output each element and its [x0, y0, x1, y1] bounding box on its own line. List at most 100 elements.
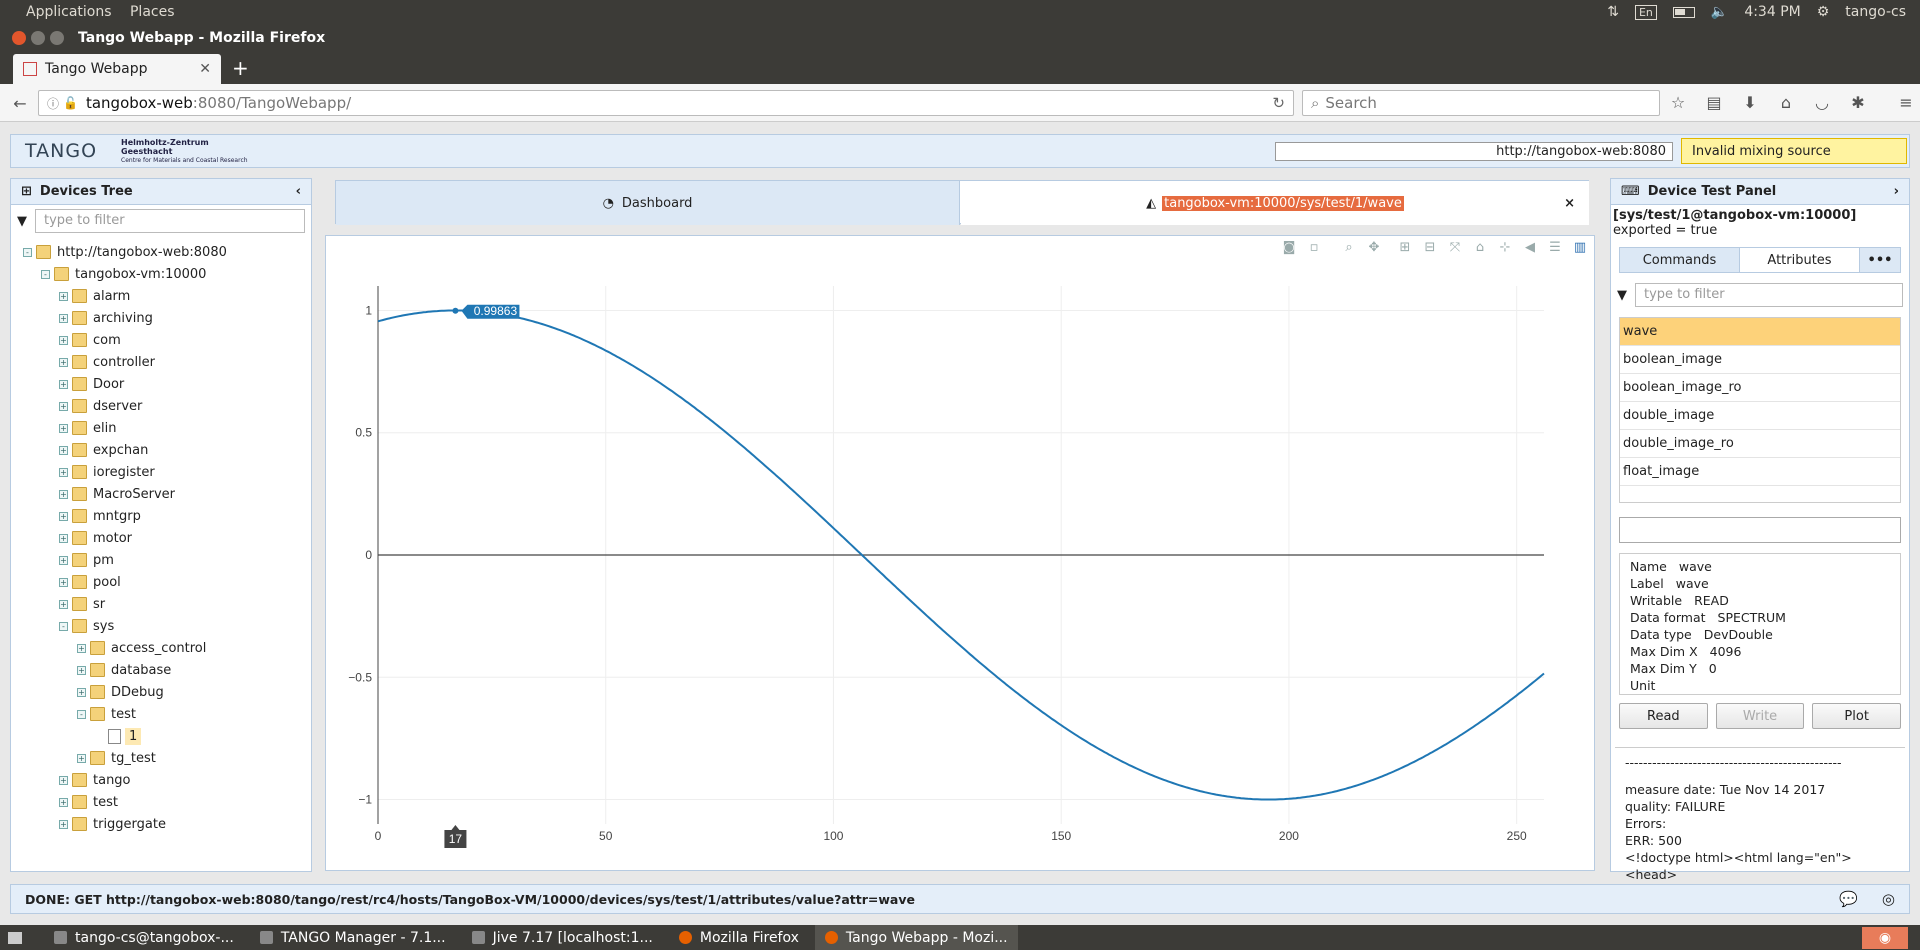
collapse-icon[interactable]: - — [23, 247, 32, 257]
task-tango-manager[interactable]: TANGO Manager - 7.1... — [250, 925, 456, 950]
tree-domain-pool[interactable]: + pool — [11, 571, 311, 593]
tab-more[interactable]: ••• — [1860, 248, 1900, 272]
home-icon[interactable]: ⌂ — [1776, 92, 1796, 112]
reading-list-icon[interactable]: ▤ — [1704, 92, 1724, 112]
expand-icon[interactable]: + — [59, 797, 68, 807]
tab-attributes[interactable]: Attributes — [1739, 248, 1860, 272]
tree-domain-ioregister[interactable]: + ioregister — [11, 461, 311, 483]
network-icon[interactable]: ⇅ — [1607, 4, 1619, 20]
expand-icon[interactable]: + — [77, 687, 86, 697]
url-bar[interactable]: ⓘ 🔓 tangobox-web:8080/TangoWebapp/ ↻ — [38, 90, 1294, 116]
tango-host-input[interactable]: http://tangobox-web:8080 — [1275, 142, 1673, 161]
window-close-button[interactable] — [12, 31, 26, 45]
hamburger-menu-icon[interactable]: ≡ — [1896, 92, 1916, 112]
keyboard-layout-indicator[interactable]: En — [1634, 4, 1657, 20]
expand-icon[interactable]: + — [59, 533, 68, 543]
tree-family-test[interactable]: - test — [11, 703, 311, 725]
extension-icon[interactable]: ✱ — [1848, 92, 1868, 112]
volume-icon[interactable]: 🔈 — [1711, 4, 1728, 20]
tab-commands[interactable]: Commands — [1620, 248, 1739, 272]
read-button[interactable]: Read — [1619, 703, 1708, 729]
attribute-item[interactable]: double_image — [1620, 402, 1900, 430]
window-maximize-button[interactable] — [50, 31, 64, 45]
expand-icon[interactable]: + — [59, 357, 68, 367]
back-arrow-icon[interactable]: ← — [10, 93, 30, 113]
expand-icon[interactable]: + — [59, 467, 68, 477]
tree-root[interactable]: - http://tangobox-web:8080 — [11, 241, 311, 263]
collapse-left-icon[interactable]: ‹ — [296, 184, 301, 199]
tree-domain-sys[interactable]: - sys — [11, 615, 311, 637]
task-tango-webapp[interactable]: Tango Webapp - Mozi... — [814, 925, 1018, 950]
task-jive[interactable]: Jive 7.17 [localhost:1... — [462, 925, 663, 950]
firefox-tray-icon[interactable]: ◉ — [1862, 926, 1908, 949]
collapse-icon[interactable]: - — [59, 621, 68, 631]
search-input[interactable]: ⌕ Search — [1302, 90, 1660, 116]
tree-host[interactable]: - tangobox-vm:10000 — [11, 263, 311, 285]
tree-family-access_control[interactable]: + access_control — [11, 637, 311, 659]
download-icon[interactable]: ⬇ — [1740, 92, 1760, 112]
tree-domain-triggergate[interactable]: + triggergate — [11, 813, 311, 835]
github-icon[interactable]: ◎ — [1882, 890, 1895, 908]
bookmark-star-icon[interactable]: ☆ — [1668, 92, 1688, 112]
tree-domain-controller[interactable]: + controller — [11, 351, 311, 373]
places-menu[interactable]: Places — [130, 4, 175, 20]
window-minimize-button[interactable] — [31, 31, 45, 45]
expand-icon[interactable]: + — [59, 775, 68, 785]
expand-icon[interactable]: + — [59, 577, 68, 587]
attribute-filter-input[interactable]: type to filter — [1635, 283, 1903, 307]
tree-domain-door[interactable]: + Door — [11, 373, 311, 395]
tab-close-button[interactable]: × — [1564, 196, 1575, 211]
tab-dashboard[interactable]: ◔ Dashboard — [336, 181, 960, 225]
new-tab-icon[interactable]: + — [232, 56, 249, 80]
plot-button[interactable]: Plot — [1812, 703, 1902, 729]
expand-icon[interactable]: + — [59, 313, 68, 323]
tree-device-1[interactable]: 1 — [11, 725, 311, 747]
task-terminal[interactable]: tango-cs@tangobox-... — [44, 925, 244, 950]
battery-icon[interactable] — [1672, 6, 1695, 18]
attribute-item[interactable]: float_image — [1620, 458, 1900, 486]
expand-icon[interactable]: + — [59, 335, 68, 345]
tree-family-tg_test[interactable]: + tg_test — [11, 747, 311, 769]
expand-icon[interactable]: + — [59, 511, 68, 521]
expand-icon[interactable]: + — [77, 665, 86, 675]
wave-chart[interactable]: 0 50 100 150 200 250 1 0.5 0 −0.5 −1 0.99863 17 — [326, 236, 1594, 870]
tree-domain-macroserver[interactable]: + MacroServer — [11, 483, 311, 505]
expand-icon[interactable]: + — [59, 401, 68, 411]
expand-icon[interactable]: + — [59, 489, 68, 499]
attribute-item[interactable]: boolean_image_ro — [1620, 374, 1900, 402]
expand-icon[interactable]: + — [59, 819, 68, 829]
tree-domain-sr[interactable]: + sr — [11, 593, 311, 615]
chat-icon[interactable]: 💬 — [1839, 890, 1858, 908]
tree-domain-test[interactable]: + test — [11, 791, 311, 813]
browser-tab[interactable]: Tango Webapp ✕ — [13, 54, 221, 84]
tree-domain-alarm[interactable]: + alarm — [11, 285, 311, 307]
user-menu[interactable]: tango-cs — [1845, 4, 1906, 20]
tree-filter-input[interactable]: type to filter — [35, 209, 305, 233]
tree-domain-expchan[interactable]: + expchan — [11, 439, 311, 461]
tree-domain-archiving[interactable]: + archiving — [11, 307, 311, 329]
expand-icon[interactable]: + — [77, 753, 86, 763]
tree-domain-pm[interactable]: + pm — [11, 549, 311, 571]
tree-domain-mntgrp[interactable]: + mntgrp — [11, 505, 311, 527]
attribute-value-input[interactable] — [1619, 517, 1901, 543]
applications-menu[interactable]: Applications — [26, 4, 112, 20]
tree-domain-dserver[interactable]: + dserver — [11, 395, 311, 417]
settings-gear-icon[interactable]: ⚙ — [1817, 4, 1830, 20]
tree-domain-motor[interactable]: + motor — [11, 527, 311, 549]
tab-wave[interactable]: ◭ tangobox-vm:10000/sys/test/1/wave × — [961, 181, 1589, 225]
task-firefox[interactable]: Mozilla Firefox — [669, 925, 809, 950]
collapse-icon[interactable]: - — [41, 269, 50, 279]
expand-icon[interactable]: + — [59, 599, 68, 609]
expand-icon[interactable]: + — [77, 643, 86, 653]
tab-close-icon[interactable]: ✕ — [199, 61, 211, 77]
reload-icon[interactable]: ↻ — [1272, 94, 1285, 112]
pocket-icon[interactable]: ◡ — [1812, 92, 1832, 112]
expand-icon[interactable]: + — [59, 291, 68, 301]
tree-domain-tango[interactable]: + tango — [11, 769, 311, 791]
expand-icon[interactable]: + — [59, 423, 68, 433]
tree-family-ddebug[interactable]: + DDebug — [11, 681, 311, 703]
tree-domain-elin[interactable]: + elin — [11, 417, 311, 439]
attribute-item[interactable]: boolean_image — [1620, 346, 1900, 374]
tree-family-database[interactable]: + database — [11, 659, 311, 681]
collapse-icon[interactable]: - — [77, 709, 86, 719]
